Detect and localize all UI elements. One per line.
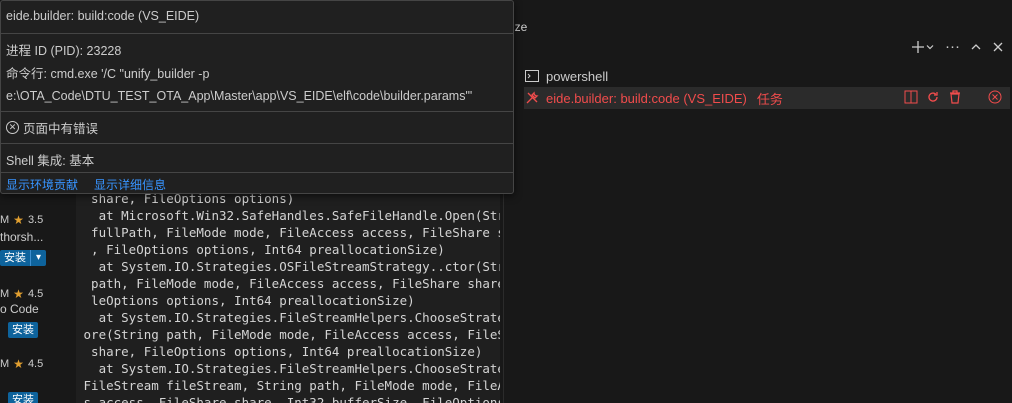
terminal-icon xyxy=(524,68,540,84)
star-icon: ★ xyxy=(13,287,24,301)
extension-name: thorsh... xyxy=(0,230,44,244)
split-terminal-icon[interactable] xyxy=(904,90,918,107)
terminal-line: , FileOptions options, Int64 preallocati… xyxy=(76,242,445,257)
terminal-line: at System.IO.Strategies.FileStreamHelper… xyxy=(76,361,500,376)
close-panel-button[interactable] xyxy=(992,41,1004,53)
hover-title: eide.builder: build:code (VS_EIDE) xyxy=(6,9,200,23)
hover-divider xyxy=(1,33,513,34)
terminal-tab-label: eide.builder: build:code (VS_EIDE) xyxy=(546,90,747,106)
extension-name: o Code xyxy=(0,302,39,316)
command-line-part1: 命令行: cmd.exe '/C "unify_builder -p xyxy=(6,67,210,81)
publisher-fragment: M xyxy=(0,214,10,226)
install-button[interactable]: 安装 xyxy=(8,322,38,338)
terminal-line: ore(String path, FileMode mode, FileAcce… xyxy=(76,327,500,342)
command-line-part2: e:\OTA_Code\DTU_TEST_OTA_App\Master\app\… xyxy=(6,89,473,103)
hover-command-line: 命令行: cmd.exe '/C "unify_builder -p e:\OT… xyxy=(1,63,513,107)
error-circle-icon: ✕ xyxy=(6,121,19,134)
install-button[interactable]: 安装 ▾ xyxy=(0,250,46,266)
extension-meta-2: M ★ 4.5 xyxy=(0,284,75,304)
rating-value: 4.5 xyxy=(27,288,44,300)
chevron-down-icon xyxy=(926,44,934,49)
rating-value: 4.5 xyxy=(27,358,44,370)
install-button[interactable]: 安装 xyxy=(8,392,38,403)
trash-icon[interactable] xyxy=(948,90,962,107)
terminal-hover-tooltip: eide.builder: build:code (VS_EIDE) 进程 ID… xyxy=(0,0,514,194)
terminal-line: path, FileMode mode, FileAccess access, … xyxy=(76,276,500,291)
hover-divider xyxy=(1,172,513,173)
rating-value: 3.5 xyxy=(27,214,44,226)
chevron-up-icon xyxy=(971,43,981,49)
hover-error-row: ✕ 页面中有错误 xyxy=(1,118,513,137)
plus-icon xyxy=(912,40,924,53)
maximize-panel-button[interactable] xyxy=(970,41,982,53)
tools-icon xyxy=(524,90,540,106)
star-icon: ★ xyxy=(13,213,24,227)
panel-label-fragment: ize xyxy=(512,20,528,34)
hover-pid: 进程 ID (PID): 23228 xyxy=(6,44,122,58)
hover-error-text: 页面中有错误 xyxy=(23,122,99,136)
terminal-line: at System.IO.Strategies.OSFileStreamStra… xyxy=(76,259,500,274)
terminal-text: share, FileOptions options) at Microsoft… xyxy=(76,190,500,403)
terminal-line: at Microsoft.Win32.SafeHandles.SafeFileH… xyxy=(76,208,500,223)
publisher-fragment: M xyxy=(0,358,10,370)
install-label: 安装 xyxy=(12,324,34,336)
rerun-icon[interactable] xyxy=(926,90,940,107)
tab-actions xyxy=(904,90,1002,107)
hover-divider xyxy=(1,111,513,112)
star-icon: ★ xyxy=(13,357,24,371)
panel-toolbar: ··· xyxy=(911,38,1004,55)
terminal-tab-label: powershell xyxy=(546,68,609,84)
terminal-line: leOptions options, Int64 preallocationSi… xyxy=(76,293,415,308)
task-tag: 任务 xyxy=(756,91,783,107)
error-icon xyxy=(988,90,1002,107)
more-actions-button[interactable]: ··· xyxy=(945,38,960,55)
install-label: 安装 xyxy=(4,252,26,264)
terminal-line: fullPath, FileMode mode, FileAccess acce… xyxy=(76,225,500,240)
chevron-down-icon[interactable]: ▾ xyxy=(30,250,46,266)
terminal-tab-powershell[interactable]: powershell xyxy=(524,65,1010,87)
terminal-tabs-panel: ize ··· powershell eide.builder: build:c… xyxy=(504,0,1012,403)
hover-shell-integration: Shell 集成: 基本 xyxy=(6,154,95,168)
terminal-line: s access, FileShare share, Int32 bufferS… xyxy=(76,395,500,403)
show-details-link[interactable]: 显示详细信息 xyxy=(94,176,166,193)
publisher-fragment: M xyxy=(0,288,10,300)
hover-actions: 显示环境贡献 显示详细信息 xyxy=(1,176,513,193)
terminal-output[interactable]: share, FileOptions options) at Microsoft… xyxy=(76,170,500,403)
new-terminal-button[interactable] xyxy=(911,40,935,54)
terminal-line: FileStream fileStream, String path, File… xyxy=(76,378,500,393)
hover-divider xyxy=(1,143,513,144)
terminal-line: at System.IO.Strategies.FileStreamHelper… xyxy=(76,310,500,325)
install-label: 安装 xyxy=(12,394,34,403)
show-env-contributions-link[interactable]: 显示环境贡献 xyxy=(6,176,78,193)
terminal-tab-task[interactable]: eide.builder: build:code (VS_EIDE) 任务 xyxy=(524,87,1010,109)
extension-meta-3: M ★ 4.5 xyxy=(0,354,75,374)
close-icon xyxy=(993,42,1003,51)
terminal-line: share, FileOptions options, Int64 preall… xyxy=(76,344,483,359)
extension-meta-1: M ★ 3.5 xyxy=(0,210,75,230)
